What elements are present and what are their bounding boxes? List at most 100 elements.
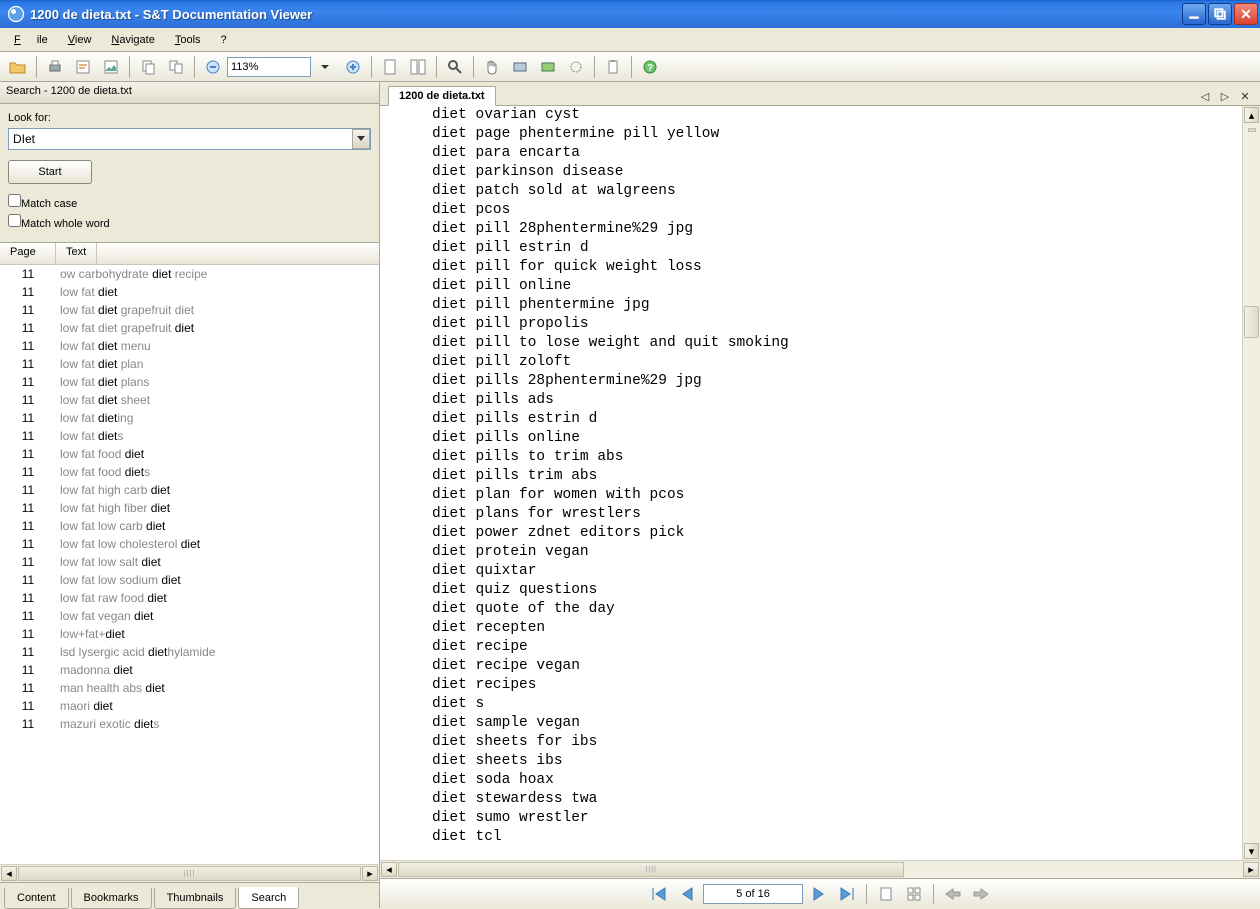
doc-line: diet quote of the day bbox=[432, 600, 1242, 619]
result-row[interactable]: 11low fat high carb diet bbox=[0, 481, 379, 499]
result-row[interactable]: 11ow carbohydrate diet recipe bbox=[0, 265, 379, 283]
page-navigation bbox=[380, 878, 1260, 908]
start-button[interactable]: Start bbox=[8, 160, 92, 184]
result-row[interactable]: 11low fat low sodium diet bbox=[0, 571, 379, 589]
doc-tab[interactable]: 1200 de dieta.txt bbox=[388, 86, 496, 106]
close-button[interactable]: ✕ bbox=[1234, 3, 1258, 25]
zoom-in-icon[interactable] bbox=[340, 55, 366, 79]
result-row[interactable]: 11lsd lysergic acid diethylamide bbox=[0, 643, 379, 661]
tool-icon-3[interactable] bbox=[563, 55, 589, 79]
results-hscrollbar[interactable]: ◂ |||| ▸ bbox=[0, 864, 379, 882]
copy-all-icon[interactable] bbox=[163, 55, 189, 79]
scroll-hthumb[interactable]: |||| bbox=[398, 862, 904, 877]
result-row[interactable]: 11low fat diet grapefruit diet bbox=[0, 319, 379, 337]
tab-thumbnails[interactable]: Thumbnails bbox=[154, 888, 237, 909]
menu-navigate[interactable]: Navigate bbox=[103, 31, 162, 49]
minimize-button[interactable] bbox=[1182, 3, 1206, 25]
result-row[interactable]: 11low fat diet grapefruit diet bbox=[0, 301, 379, 319]
tool-icon-1[interactable] bbox=[507, 55, 533, 79]
scroll-thumb[interactable]: |||| bbox=[18, 866, 361, 881]
search-input[interactable] bbox=[8, 128, 371, 150]
nav-forward-icon[interactable] bbox=[969, 883, 993, 905]
doc-line: diet pills to trim abs bbox=[432, 448, 1242, 467]
tab-search[interactable]: Search bbox=[238, 887, 299, 909]
menu-view[interactable]: View bbox=[60, 31, 100, 49]
print-icon[interactable] bbox=[42, 55, 68, 79]
result-row[interactable]: 11low fat food diet bbox=[0, 445, 379, 463]
last-page-icon[interactable] bbox=[835, 883, 859, 905]
result-row[interactable]: 11low fat diet plan bbox=[0, 355, 379, 373]
clipboard-icon[interactable] bbox=[600, 55, 626, 79]
doc-line: diet pill online bbox=[432, 277, 1242, 296]
single-page-icon[interactable] bbox=[377, 55, 403, 79]
help-icon[interactable]: ? bbox=[637, 55, 663, 79]
result-row[interactable]: 11low fat diet menu bbox=[0, 337, 379, 355]
tool-icon-2[interactable] bbox=[535, 55, 561, 79]
result-row[interactable]: 11low fat diet sheet bbox=[0, 391, 379, 409]
result-row[interactable]: 11man health abs diet bbox=[0, 679, 379, 697]
scroll-left-icon[interactable]: ◂ bbox=[1, 866, 17, 881]
scroll-up-icon[interactable]: ▴ bbox=[1244, 107, 1259, 123]
result-row[interactable]: 11low fat diets bbox=[0, 427, 379, 445]
hand-icon[interactable] bbox=[479, 55, 505, 79]
scroll-right-icon[interactable]: ▸ bbox=[362, 866, 378, 881]
result-text: low fat diet grapefruit diet bbox=[56, 303, 379, 317]
tab-next-icon[interactable]: ▷ bbox=[1218, 89, 1232, 103]
app-icon bbox=[6, 4, 26, 24]
scroll-left-icon[interactable]: ◂ bbox=[381, 862, 397, 877]
result-page: 11 bbox=[0, 285, 56, 299]
doc-vscrollbar[interactable]: ▴ ▾ bbox=[1242, 106, 1260, 860]
search-dropdown-icon[interactable] bbox=[352, 129, 370, 149]
tab-prev-icon[interactable]: ◁ bbox=[1198, 89, 1212, 103]
zoom-dropdown-icon[interactable] bbox=[312, 55, 338, 79]
open-icon[interactable] bbox=[5, 55, 31, 79]
tab-bookmarks[interactable]: Bookmarks bbox=[71, 888, 152, 909]
menu-help[interactable]: ? bbox=[213, 31, 235, 49]
result-row[interactable]: 11madonna diet bbox=[0, 661, 379, 679]
result-text: low fat diet menu bbox=[56, 339, 379, 353]
tab-close-icon[interactable]: ✕ bbox=[1238, 89, 1252, 103]
tab-content[interactable]: Content bbox=[4, 888, 69, 909]
result-row[interactable]: 11low fat food diets bbox=[0, 463, 379, 481]
result-row[interactable]: 11low fat low carb diet bbox=[0, 517, 379, 535]
col-page[interactable]: Page bbox=[0, 243, 56, 264]
document-body[interactable]: diet ovarian cystdiet page phentermine p… bbox=[380, 106, 1242, 860]
scroll-vthumb[interactable] bbox=[1244, 306, 1259, 338]
match-whole-word-checkbox[interactable]: Match whole word bbox=[8, 214, 371, 230]
copy-icon[interactable] bbox=[135, 55, 161, 79]
scroll-down-icon[interactable]: ▾ bbox=[1244, 843, 1259, 859]
select-image-icon[interactable] bbox=[98, 55, 124, 79]
first-page-icon[interactable] bbox=[647, 883, 671, 905]
find-icon[interactable] bbox=[442, 55, 468, 79]
prev-page-icon[interactable] bbox=[675, 883, 699, 905]
result-row[interactable]: 11mazuri exotic diets bbox=[0, 715, 379, 733]
single-page-view-icon[interactable] bbox=[874, 883, 898, 905]
match-case-checkbox[interactable]: Match case bbox=[8, 194, 371, 210]
maximize-button[interactable] bbox=[1208, 3, 1232, 25]
result-row[interactable]: 11low+fat+diet bbox=[0, 625, 379, 643]
result-row[interactable]: 11low fat diet bbox=[0, 283, 379, 301]
zoom-input[interactable] bbox=[227, 57, 311, 77]
zoom-out-icon[interactable] bbox=[200, 55, 226, 79]
result-row[interactable]: 11low fat vegan diet bbox=[0, 607, 379, 625]
menu-tools[interactable]: Tools bbox=[167, 31, 209, 49]
menu-file[interactable]: File bbox=[6, 31, 56, 49]
result-row[interactable]: 11low fat dieting bbox=[0, 409, 379, 427]
result-text: low fat food diets bbox=[56, 465, 379, 479]
next-page-icon[interactable] bbox=[807, 883, 831, 905]
facing-pages-icon[interactable] bbox=[405, 55, 431, 79]
select-text-icon[interactable] bbox=[70, 55, 96, 79]
continuous-view-icon[interactable] bbox=[902, 883, 926, 905]
col-text[interactable]: Text bbox=[56, 243, 97, 264]
result-row[interactable]: 11low fat raw food diet bbox=[0, 589, 379, 607]
doc-hscrollbar[interactable]: ◂ |||| ▸ bbox=[380, 860, 1260, 878]
nav-back-icon[interactable] bbox=[941, 883, 965, 905]
result-row[interactable]: 11low fat low cholesterol diet bbox=[0, 535, 379, 553]
result-row[interactable]: 11low fat diet plans bbox=[0, 373, 379, 391]
result-row[interactable]: 11low fat low salt diet bbox=[0, 553, 379, 571]
scroll-right-icon[interactable]: ▸ bbox=[1243, 862, 1259, 877]
results-list[interactable]: 11ow carbohydrate diet recipe11low fat d… bbox=[0, 265, 379, 864]
result-row[interactable]: 11maori diet bbox=[0, 697, 379, 715]
result-row[interactable]: 11low fat high fiber diet bbox=[0, 499, 379, 517]
page-field[interactable] bbox=[703, 884, 803, 904]
